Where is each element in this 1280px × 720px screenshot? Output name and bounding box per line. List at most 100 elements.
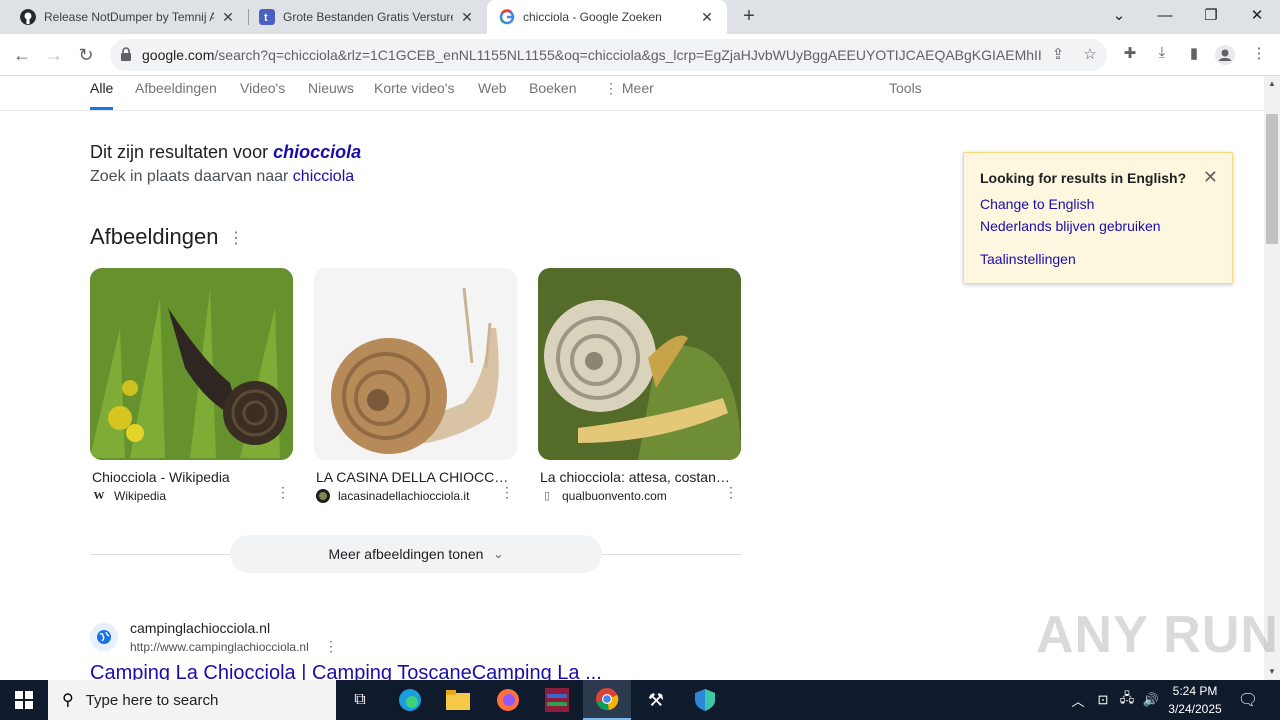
tab-github[interactable]: Release NotDumper by Temnij A ✕ — [0, 0, 248, 34]
corrected-query-link[interactable]: chiocciola — [273, 142, 361, 162]
language-suggestion-popup: Looking for results in English? ✕ Change… — [963, 152, 1233, 284]
original-query-link[interactable]: chicciola — [293, 168, 354, 185]
tab-transfer[interactable]: t Grote Bestanden Gratis Versturen ✕ — [249, 0, 487, 34]
image-source[interactable]: ▯ qualbuonvento.com — [540, 489, 742, 503]
close-icon[interactable]: ✕ — [459, 9, 475, 26]
image-source[interactable]: W Wikipedia — [92, 489, 294, 503]
clock-time: 5:24 PM — [1172, 684, 1218, 698]
close-window-button[interactable]: ✕ — [1234, 0, 1280, 30]
instead-prefix: Zoek in plaats daarvan naar — [90, 168, 289, 185]
snail-image-leaf[interactable] — [538, 268, 741, 460]
clock-date: 3/24/2025 — [1168, 702, 1222, 716]
image-card[interactable]: LA CASINA DELLA CHIOCCIOLA lacasinadella… — [314, 268, 518, 503]
search-nav: Alle Afbeeldingen Video's Nieuws Korte v… — [0, 76, 1264, 111]
search-instead: Zoek in plaats daarvan naar chicciola — [90, 168, 354, 186]
image-caption[interactable]: LA CASINA DELLA CHIOCCIOLA — [316, 469, 512, 485]
result-options-icon[interactable]: ⋮ — [324, 638, 338, 655]
image-caption[interactable]: La chiocciola: attesa, costanza e lentez… — [540, 469, 736, 485]
extensions-icon[interactable]: ✚ — [1119, 44, 1141, 66]
image-source-name: lacasinadellachiocciola.it — [338, 489, 470, 503]
minimize-button[interactable]: — — [1142, 0, 1188, 30]
reload-button[interactable]: ↻ — [73, 42, 99, 68]
more-images-button[interactable]: Meer afbeeldingen tonen ⌄ — [230, 535, 602, 573]
tab-title: Release NotDumper by Temnij A — [44, 10, 214, 24]
search-icon: ⚲ — [62, 692, 74, 709]
globe-icon — [90, 623, 118, 651]
result-site-name[interactable]: campinglachiocciola.nl — [130, 620, 270, 636]
wikipedia-icon: W — [93, 490, 105, 502]
side-panel-icon[interactable]: ▮ — [1183, 44, 1205, 66]
more-options-icon[interactable]: ⋮ — [276, 484, 290, 501]
tab-meer[interactable]: ⋮ Meer — [604, 80, 654, 110]
close-icon[interactable]: ✕ — [1203, 167, 1218, 188]
snail-image-grass[interactable] — [90, 268, 293, 460]
share-icon[interactable]: ⇪ — [1048, 45, 1068, 65]
network-icon[interactable]: 🖧 — [1116, 680, 1138, 720]
meet-now-icon[interactable]: ⊡ — [1092, 680, 1114, 720]
anyrun-watermark: ANY RUN — [1036, 606, 1279, 664]
keep-dutch-link[interactable]: Nederlands blijven gebruiken — [980, 218, 1161, 234]
tab-title: Grote Bestanden Gratis Versturen — [283, 10, 453, 24]
notification-icon[interactable]: 🗨 — [1236, 680, 1260, 720]
snail-image-white[interactable] — [314, 268, 517, 460]
tab-google[interactable]: chicciola - Google Zoeken ✕ — [487, 0, 727, 34]
download-icon[interactable]: ⤓ — [1151, 44, 1173, 66]
url-text: google.com/search?q=chicciola&rlz=1C1GCE… — [142, 47, 1042, 63]
images-options-icon[interactable]: ⋮ — [228, 228, 244, 248]
tab-alle[interactable]: Alle — [90, 80, 114, 110]
tab-nieuws[interactable]: Nieuws — [308, 80, 354, 110]
tab-search-icon[interactable]: ⌄ — [1096, 0, 1142, 30]
image-card[interactable]: Chiocciola - Wikipedia W Wikipedia ⋮ — [90, 268, 294, 503]
forward-button[interactable]: → — [41, 42, 67, 68]
image-source[interactable]: lacasinadellachiocciola.it — [316, 489, 518, 503]
result-url[interactable]: http://www.campinglachiocciola.nl — [130, 640, 309, 654]
tab-web[interactable]: Web — [478, 80, 507, 110]
page-scrollbar[interactable]: ▲ ▼ — [1264, 76, 1280, 680]
back-button[interactable]: ← — [9, 42, 35, 68]
shield-icon[interactable] — [681, 680, 729, 720]
chrome-icon[interactable] — [583, 680, 631, 720]
windows-start-icon[interactable] — [0, 680, 48, 720]
bookmark-star-icon[interactable]: ☆ — [1080, 45, 1100, 65]
more-options-icon[interactable]: ⋮ — [724, 484, 738, 501]
tab-videos[interactable]: Video's — [240, 80, 285, 110]
more-options-icon[interactable]: ⋮ — [500, 484, 514, 501]
tab-boeken[interactable]: Boeken — [529, 80, 576, 110]
file-explorer-icon[interactable] — [434, 680, 482, 720]
tray-expand-icon[interactable]: ︿ — [1068, 680, 1088, 720]
change-to-english-link[interactable]: Change to English — [980, 196, 1094, 212]
profile-avatar-icon[interactable] — [1214, 44, 1236, 66]
task-view-icon[interactable]: ⧉ — [336, 680, 384, 720]
scroll-down-icon[interactable]: ▼ — [1264, 664, 1280, 680]
image-card[interactable]: La chiocciola: attesa, costanza e lentez… — [538, 268, 742, 503]
image-source-name: qualbuonvento.com — [562, 489, 667, 503]
edge-icon[interactable] — [386, 680, 434, 720]
close-icon[interactable]: ✕ — [220, 9, 236, 26]
taskbar-search[interactable]: ⚲ Type here to search — [48, 680, 336, 720]
tools-button[interactable]: Tools — [889, 80, 922, 110]
system-clock[interactable]: 5:24 PM 3/24/2025 — [1160, 682, 1230, 718]
taskbar: ⚲ Type here to search ⧉ ⚒ ︿ ⊡ 🖧 🔊 5:24 P… — [0, 680, 1280, 720]
volume-icon[interactable]: 🔊 — [1140, 680, 1162, 720]
tab-afbeeldingen[interactable]: Afbeeldingen — [135, 80, 217, 110]
chevron-down-icon: ⌄ — [493, 547, 504, 561]
site-favicon-icon — [316, 489, 330, 503]
tab-korte-videos[interactable]: Korte video's — [374, 80, 455, 110]
new-tab-button[interactable]: + — [738, 5, 760, 27]
winrar-icon[interactable] — [533, 680, 581, 720]
scroll-up-icon[interactable]: ▲ — [1264, 76, 1280, 92]
images-heading: Afbeeldingen — [90, 224, 219, 249]
restore-button[interactable]: ❐ — [1188, 0, 1234, 30]
image-caption[interactable]: Chiocciola - Wikipedia — [92, 469, 288, 485]
menu-kebab-icon[interactable]: ⋮ — [1248, 44, 1270, 66]
language-settings-link[interactable]: Taalinstellingen — [980, 251, 1076, 267]
github-icon — [20, 9, 36, 25]
tools-app-icon[interactable]: ⚒ — [632, 680, 680, 720]
firefox-icon[interactable] — [484, 680, 532, 720]
spelling-correction: Dit zijn resultaten voor chiocciola — [90, 142, 361, 163]
url-host: google.com — [142, 47, 215, 63]
address-bar[interactable]: google.com/search?q=chicciola&rlz=1C1GCE… — [110, 39, 1107, 71]
close-icon[interactable]: ✕ — [699, 9, 715, 26]
scroll-thumb[interactable] — [1266, 114, 1278, 244]
svg-text:t: t — [264, 12, 268, 24]
